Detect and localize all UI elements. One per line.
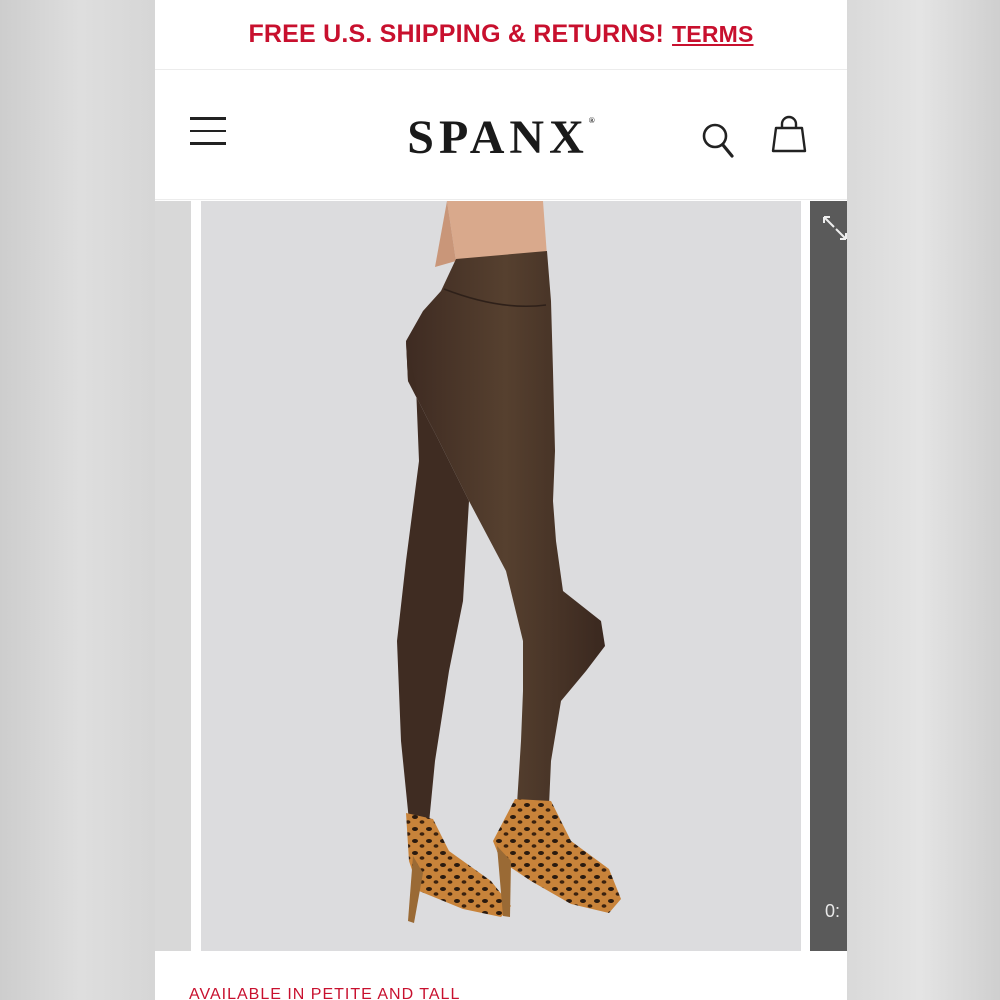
shopping-bag-icon xyxy=(771,115,807,153)
promo-text: FREE U.S. SHIPPING & RETURNS! xyxy=(248,20,665,48)
product-image-gallery[interactable]: 0: xyxy=(155,201,847,951)
terms-link[interactable]: TERMS xyxy=(672,21,754,48)
next-slide-video[interactable]: 0: xyxy=(810,201,847,951)
previous-slide[interactable] xyxy=(155,201,191,951)
product-image[interactable] xyxy=(201,201,801,951)
promo-banner: FREE U.S. SHIPPING & RETURNS! TERMS xyxy=(155,0,847,70)
search-button[interactable] xyxy=(701,121,735,164)
size-availability-text: AVAILABLE IN PETITE AND TALL xyxy=(189,986,461,1000)
expand-icon xyxy=(823,216,847,240)
product-photo xyxy=(201,201,801,951)
search-icon xyxy=(702,123,734,158)
mobile-page: FREE U.S. SHIPPING & RETURNS! TERMS SPAN… xyxy=(155,0,847,1000)
video-time: 0: xyxy=(825,901,841,921)
site-header: SPANX® xyxy=(155,70,847,200)
shopping-bag-button[interactable] xyxy=(770,115,808,160)
spanx-logo[interactable]: SPANX® xyxy=(155,110,847,165)
